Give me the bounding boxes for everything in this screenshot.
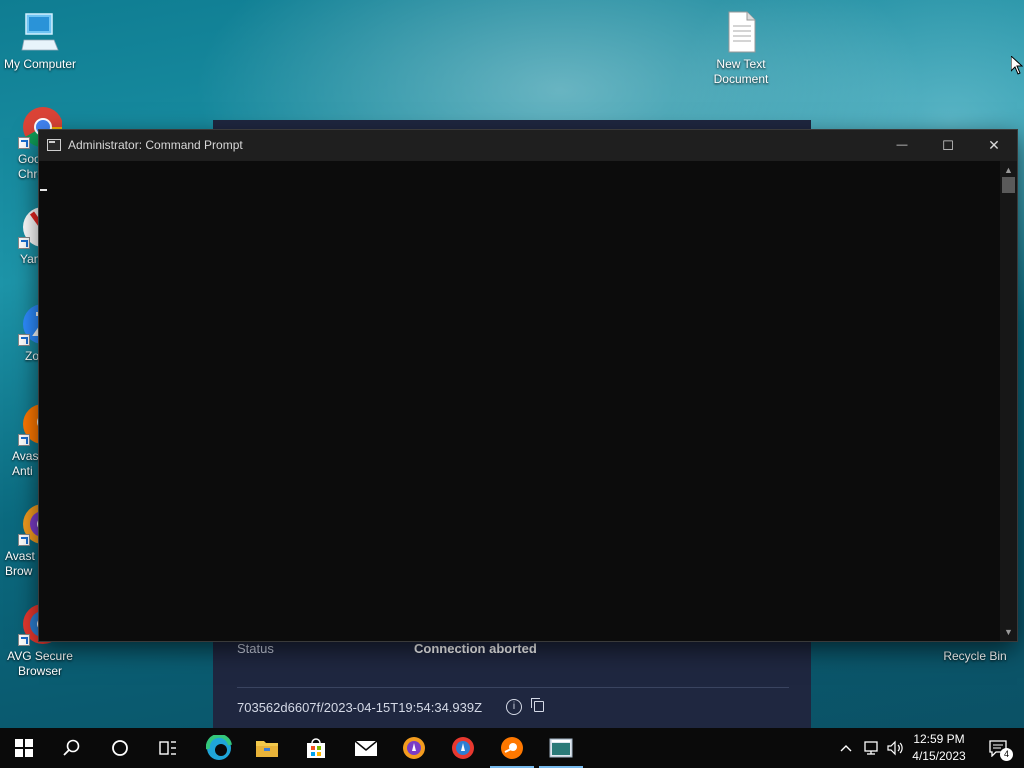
mouse-pointer-icon — [1011, 56, 1023, 75]
cortana-button[interactable] — [96, 728, 144, 768]
store-taskbar-button[interactable] — [292, 728, 340, 768]
info-icon[interactable]: i — [506, 699, 522, 715]
shortcut-arrow-icon — [18, 534, 30, 546]
mail-icon — [354, 740, 378, 756]
title-bar[interactable]: Administrator: Command Prompt — ☐ ✕ — [39, 130, 1017, 161]
action-center-button[interactable]: 4 — [978, 728, 1018, 768]
desktop-icon-label: Recycle Bin — [943, 649, 1007, 663]
shortcut-arrow-icon — [18, 137, 30, 149]
maximize-button[interactable]: ☐ — [925, 130, 971, 161]
copy-icon[interactable] — [531, 698, 544, 712]
desktop-icon-label: AVG Secure Browser — [7, 649, 73, 678]
status-label: Status — [237, 641, 274, 656]
text-document-icon — [719, 10, 763, 54]
clock-date: 4/15/2023 — [912, 749, 966, 763]
cortana-icon — [112, 740, 128, 756]
taskbar: 12:59 PM 4/15/2023 4 — [0, 728, 1024, 768]
computer-icon — [18, 10, 62, 54]
close-button[interactable]: ✕ — [971, 130, 1017, 161]
task-view-button[interactable] — [144, 728, 192, 768]
divider — [237, 687, 789, 688]
shortcut-arrow-icon — [18, 434, 30, 446]
command-prompt-taskbar-button[interactable] — [537, 728, 585, 768]
connection-id: 703562d6607f/2023-04-15T19:54:34.939Z — [237, 700, 483, 715]
avast-secure-browser-icon — [403, 737, 425, 759]
mail-taskbar-button[interactable] — [342, 728, 390, 768]
edge-taskbar-button[interactable] — [195, 728, 243, 768]
file-explorer-icon — [256, 741, 278, 757]
task-view-icon — [159, 741, 176, 755]
shortcut-arrow-icon — [18, 237, 30, 249]
avg-secure-browser-taskbar-button[interactable] — [439, 728, 487, 768]
desktop-icon-label: My Computer — [3, 57, 77, 71]
start-button[interactable] — [0, 728, 48, 768]
avg-secure-browser-icon — [452, 737, 474, 759]
text-cursor — [40, 189, 47, 191]
cmd-window-icon — [47, 139, 61, 151]
taskbar-clock[interactable]: 12:59 PM 4/15/2023 — [900, 731, 978, 765]
network-icon — [864, 741, 878, 755]
chevron-up-icon — [840, 745, 852, 752]
desktop-icon-label: New Text Document — [713, 57, 769, 86]
command-prompt-window[interactable]: Administrator: Command Prompt — ☐ ✕ ▲ ▼ — [39, 130, 1017, 641]
desktop-icon-my-computer[interactable]: My Computer — [0, 10, 80, 72]
vertical-scrollbar[interactable]: ▲ ▼ — [1000, 161, 1017, 641]
window-title: Administrator: Command Prompt — [68, 138, 243, 152]
shortcut-arrow-icon — [18, 634, 30, 646]
avast-secure-browser-taskbar-button[interactable] — [390, 728, 438, 768]
store-icon — [307, 738, 325, 758]
status-value: Connection aborted — [414, 641, 537, 656]
edge-icon — [206, 735, 232, 760]
minimize-button[interactable]: — — [879, 130, 925, 161]
avast-antivirus-taskbar-button[interactable] — [488, 728, 536, 768]
command-prompt-icon — [549, 738, 573, 758]
scrollbar-thumb[interactable] — [1002, 177, 1015, 193]
network-button[interactable] — [860, 728, 882, 768]
scroll-down-icon[interactable]: ▼ — [1000, 625, 1017, 639]
search-icon — [63, 739, 80, 756]
notification-count-badge: 4 — [1000, 748, 1013, 761]
clock-time: 12:59 PM — [913, 732, 965, 746]
shortcut-arrow-icon — [18, 334, 30, 346]
scroll-up-icon[interactable]: ▲ — [1000, 163, 1017, 177]
avast-antivirus-icon — [501, 737, 523, 759]
search-button[interactable] — [48, 728, 96, 768]
desktop-icon-new-text-document[interactable]: New Text Document — [701, 10, 781, 87]
windows-logo-icon — [15, 739, 33, 757]
show-hidden-icons-button[interactable] — [836, 728, 856, 768]
file-explorer-taskbar-button[interactable] — [243, 728, 291, 768]
